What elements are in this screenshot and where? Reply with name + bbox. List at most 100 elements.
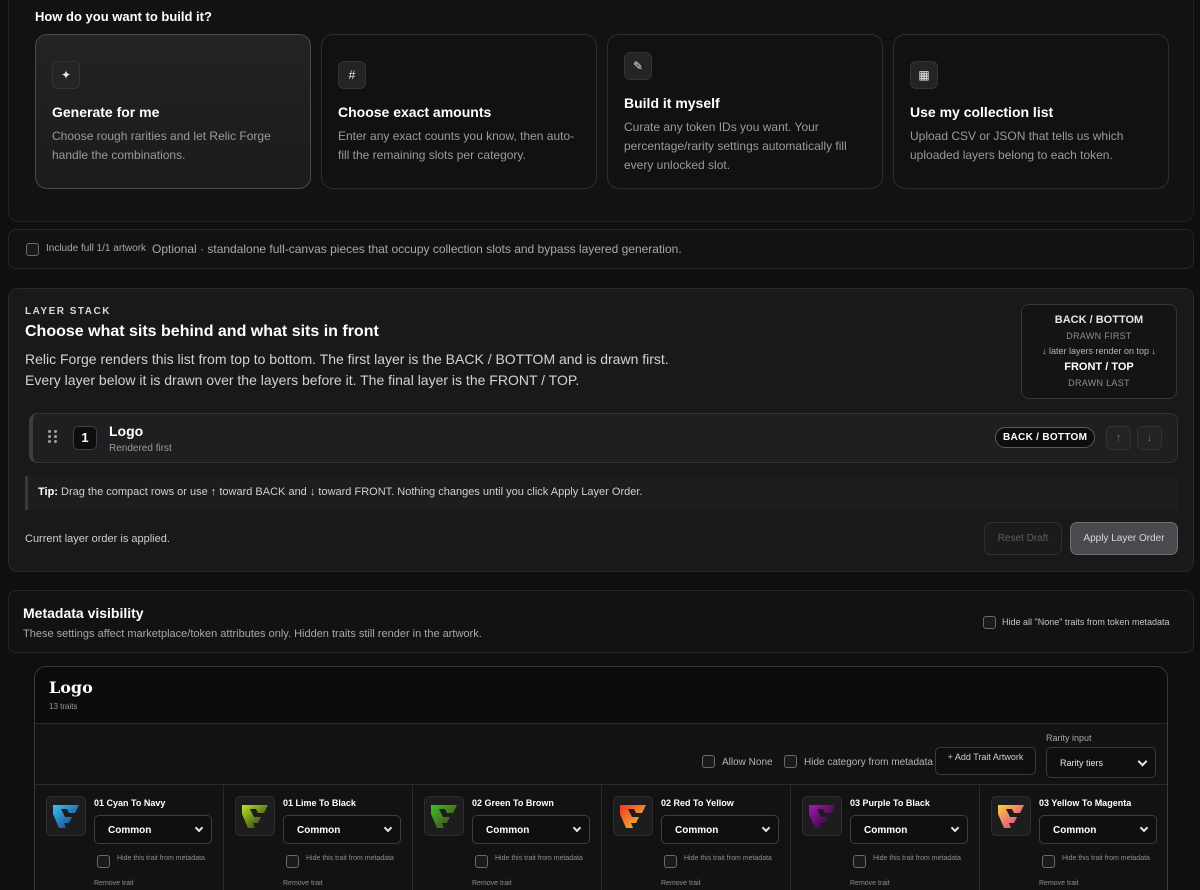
layer-index: 1 [73, 426, 97, 450]
tip-body: Drag the compact rows or use ↑ toward BA… [57, 486, 643, 498]
trait-category-panel: Logo 13 traits Allow None Hide category … [34, 666, 1168, 890]
render-order-legend: BACK / BOTTOM DRAWN FIRST ↓ later layers… [1021, 304, 1177, 399]
tip-label: Tip: [38, 486, 58, 498]
trait-rarity-select[interactable]: Common [661, 815, 779, 844]
hide-trait-checkbox[interactable] [286, 855, 299, 868]
legend-back: BACK / BOTTOM [1054, 314, 1144, 326]
hide-trait-label: Hide this trait from metadata [684, 855, 772, 862]
chevron-down-icon [1137, 756, 1148, 767]
trait-artwork-thumbnail [613, 796, 653, 836]
legend-back-sub: DRAWN FIRST [1066, 331, 1132, 341]
chevron-down-icon [1139, 823, 1149, 833]
layer-row[interactable]: 1 Logo Rendered first BACK / BOTTOM ↑ ↓ [29, 413, 1178, 463]
trait-rarity-value: Common [486, 825, 530, 836]
allow-none-checkbox[interactable] [702, 755, 715, 768]
trait-rarity-value: Common [108, 825, 152, 836]
trait-rarity-value: Common [864, 825, 908, 836]
trait-name: 01 Lime To Black [283, 798, 356, 808]
grid-icon: ▦ [910, 61, 938, 89]
hide-trait-label: Hide this trait from metadata [1062, 855, 1150, 862]
hide-category-checkbox[interactable] [784, 755, 797, 768]
hide-category-label: Hide category from metadata [804, 757, 933, 768]
tip-text: Tip: Drag the compact rows or use ↑ towa… [38, 486, 642, 498]
mode-card-desc: Enter any exact counts you know, then au… [338, 129, 575, 162]
hide-none-label: Hide all "None" traits from token metada… [1002, 617, 1170, 627]
include-artwork-checkbox[interactable] [26, 243, 39, 256]
trait-rarity-select[interactable]: Common [472, 815, 590, 844]
layer-stack-desc-line: Every layer below it is drawn over the l… [25, 372, 580, 388]
mode-card-title: Generate for me [52, 104, 160, 120]
hide-trait-label: Hide this trait from metadata [873, 855, 961, 862]
mode-card-build-myself[interactable]: ✎ Build it myself Curate any token IDs y… [607, 34, 883, 189]
layer-order-status: Current layer order is applied. [25, 533, 170, 545]
trait-artwork-thumbnail [424, 796, 464, 836]
trait-rarity-value: Common [1053, 825, 1097, 836]
include-artwork-label: Include full 1/1 artwork [46, 243, 147, 254]
hide-trait-label: Hide this trait from metadata [495, 855, 583, 862]
rarity-input-value: Rarity tiers [1060, 758, 1104, 768]
metadata-desc: These settings affect marketplace/token … [23, 628, 482, 640]
trait-card: 01 Cyan To Navy Common Hide this trait fro… [35, 785, 224, 890]
rarity-input-label: Rarity input [1046, 733, 1092, 743]
mode-card-exact-amounts[interactable]: # Choose exact amounts Enter any exact c… [321, 34, 597, 189]
trait-card: 03 Yellow To Magenta Common Hide this trai… [980, 785, 1167, 890]
pencil-icon: ✎ [624, 52, 652, 80]
trait-rarity-select[interactable]: Common [94, 815, 212, 844]
trait-rarity-select[interactable]: Common [283, 815, 401, 844]
trait-name: 02 Green To Brown [472, 798, 554, 808]
trait-card: 03 Purple To Black Common Hide this trait … [791, 785, 980, 890]
trait-rarity-value: Common [297, 825, 341, 836]
hide-trait-label: Hide this trait from metadata [117, 855, 205, 862]
trait-artwork-thumbnail [802, 796, 842, 836]
mode-card-title: Build it myself [624, 95, 720, 111]
category-title: Logo [49, 678, 93, 697]
hide-trait-checkbox[interactable] [853, 855, 866, 868]
trait-artwork-thumbnail [235, 796, 275, 836]
trait-rarity-select[interactable]: Common [1039, 815, 1157, 844]
mode-card-generate[interactable]: ✦ Generate for me Choose rough rarities … [35, 34, 311, 189]
build-mode-section: How do you want to build it? ✦ Generate … [8, 0, 1194, 222]
trait-card: 01 Lime To Black Common Hide this trait fr… [224, 785, 413, 890]
mode-card-collection-list[interactable]: ▦ Use my collection list Upload CSV or J… [893, 34, 1169, 189]
hide-trait-checkbox[interactable] [475, 855, 488, 868]
chevron-down-icon [761, 823, 771, 833]
trait-rarity-select[interactable]: Common [850, 815, 968, 844]
trait-artwork-thumbnail [46, 796, 86, 836]
apply-layer-order-button[interactable]: Apply Layer Order [1070, 522, 1178, 555]
chevron-down-icon [950, 823, 960, 833]
trait-panel-header: Logo 13 traits [35, 667, 1167, 724]
layer-tip: Tip: Drag the compact rows or use ↑ towa… [25, 476, 1178, 510]
hash-icon: # [338, 61, 366, 89]
layer-stack-desc-line: Relic Forge renders this list from top t… [25, 351, 669, 367]
trait-card: 02 Red To Yellow Common Hide this trait fr… [602, 785, 791, 890]
chevron-down-icon [572, 823, 582, 833]
remove-trait-link[interactable]: Remove trait [850, 880, 890, 887]
remove-trait-link[interactable]: Remove trait [283, 880, 323, 887]
drag-handle-icon[interactable] [48, 430, 58, 444]
remove-trait-link[interactable]: Remove trait [94, 880, 134, 887]
rarity-input-select[interactable]: Rarity tiers [1046, 747, 1156, 778]
remove-trait-link[interactable]: Remove trait [1039, 880, 1079, 887]
layer-stack-title: Choose what sits behind and what sits in… [25, 323, 379, 340]
hide-trait-checkbox[interactable] [97, 855, 110, 868]
hide-trait-checkbox[interactable] [1042, 855, 1055, 868]
chevron-down-icon [194, 823, 204, 833]
layer-stack-eyebrow: LAYER STACK [25, 306, 111, 317]
hide-trait-checkbox[interactable] [664, 855, 677, 868]
trait-name: 02 Red To Yellow [661, 798, 734, 808]
hide-none-checkbox[interactable] [983, 616, 996, 629]
reset-draft-button[interactable]: Reset Draft [984, 522, 1062, 555]
legend-middle: ↓ later layers render on top ↓ [1041, 346, 1157, 356]
move-up-button[interactable]: ↑ [1106, 426, 1131, 450]
add-trait-artwork-button[interactable]: + Add Trait Artwork [935, 747, 1036, 775]
trait-name: 03 Yellow To Magenta [1039, 798, 1132, 808]
mode-card-desc: Curate any token IDs you want. Your perc… [624, 120, 847, 172]
trait-name: 01 Cyan To Navy [94, 798, 166, 808]
mode-card-title: Use my collection list [910, 104, 1054, 120]
layer-position-badge: BACK / BOTTOM [995, 427, 1096, 448]
move-down-button[interactable]: ↓ [1137, 426, 1162, 450]
remove-trait-link[interactable]: Remove trait [661, 880, 701, 887]
metadata-title: Metadata visibility [23, 605, 144, 621]
layer-sub: Rendered first [109, 443, 172, 454]
remove-trait-link[interactable]: Remove trait [472, 880, 512, 887]
